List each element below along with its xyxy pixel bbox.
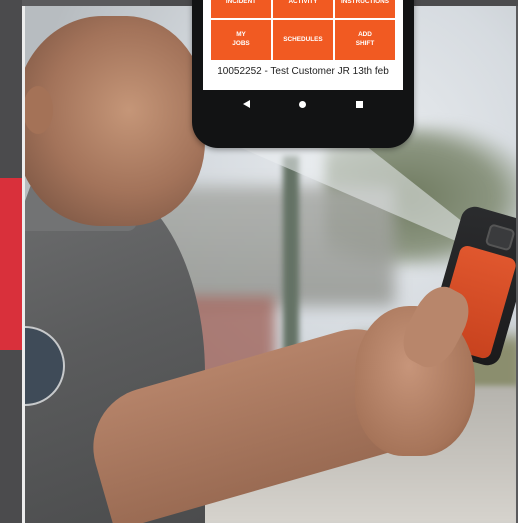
man-ear: [25, 86, 53, 134]
tile-schedules[interactable]: SCHEDULES: [273, 20, 333, 60]
tile-instructions[interactable]: INSTRUCTIONS: [335, 0, 395, 18]
recents-icon[interactable]: [356, 100, 364, 108]
back-icon[interactable]: [242, 100, 250, 108]
phone-screen: INCIDENT ACTIVITY INSTRUCTIONS MY JOBS S…: [203, 0, 403, 90]
tile-add-shift[interactable]: ADD SHIFT: [335, 20, 395, 60]
android-nav-bar: [192, 90, 414, 118]
tile-incident[interactable]: INCIDENT: [211, 0, 271, 18]
red-accent-strip: [0, 178, 22, 350]
phone-mockup: INCIDENT ACTIVITY INSTRUCTIONS MY JOBS S…: [192, 0, 414, 148]
device-camera-icon: [484, 223, 516, 252]
tile-activity[interactable]: ACTIVITY: [273, 0, 333, 18]
home-icon[interactable]: [299, 100, 307, 108]
tile-my-jobs[interactable]: MY JOBS: [211, 20, 271, 60]
current-job-label[interactable]: 10052252 - Test Customer JR 13th feb: [203, 66, 403, 77]
app-tile-grid: INCIDENT ACTIVITY INSTRUCTIONS MY JOBS S…: [211, 0, 395, 60]
